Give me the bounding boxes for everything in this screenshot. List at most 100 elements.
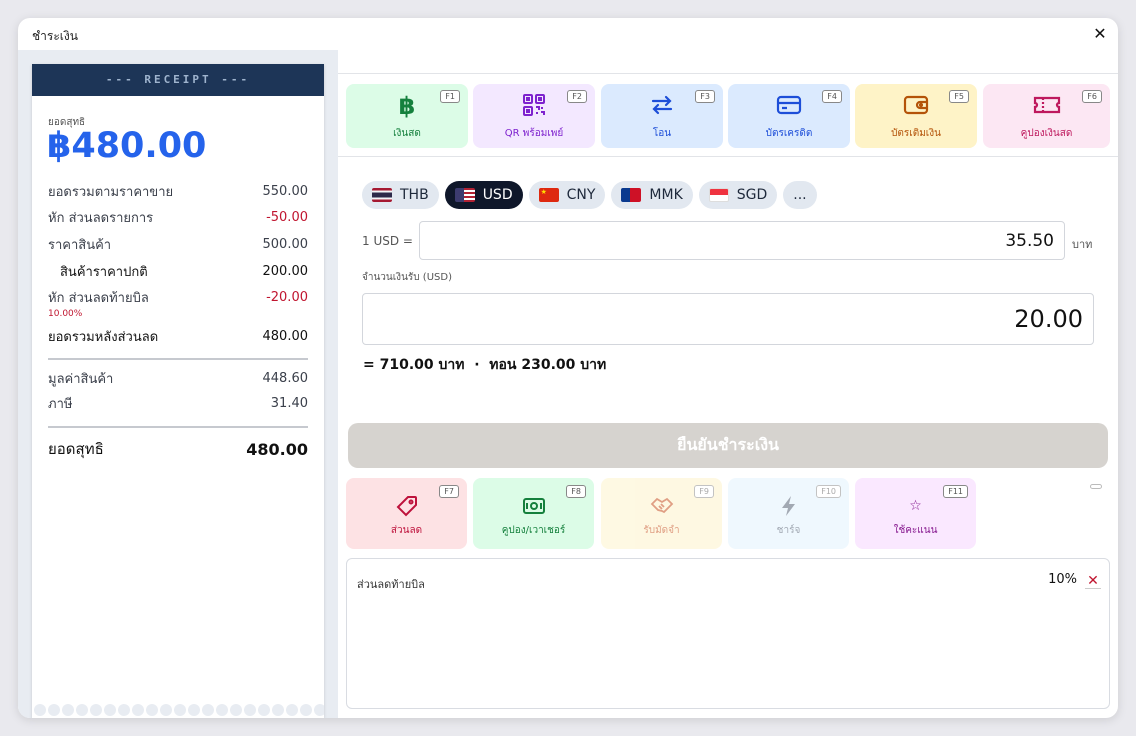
row-value: -50.00 xyxy=(266,209,308,225)
currency-code: CNY xyxy=(566,187,596,203)
charge-button[interactable]: F10 ชาร์จ xyxy=(728,478,849,549)
scallop-dot xyxy=(132,704,144,716)
divider xyxy=(48,426,308,428)
row-label: ยอดรวมหลังส่วนลด xyxy=(48,329,159,345)
coupon-voucher-button[interactable]: F8 คูปอง/เวาเชอร์ xyxy=(473,478,594,549)
action-label: คูปอง/เวาเชอร์ xyxy=(501,525,566,536)
row-label: ภาษี xyxy=(48,396,73,412)
scallop-dot xyxy=(258,704,270,716)
discount-button[interactable]: F7 ส่วนลด xyxy=(346,478,467,549)
scallop-dot xyxy=(202,704,214,716)
payment-method-label: บัตรเครดิต xyxy=(765,128,813,139)
received-amount-input[interactable] xyxy=(362,293,1094,345)
scallop-dot xyxy=(90,704,102,716)
bill-discount-row: หัก ส่วนลดท้ายบิล -20.00 xyxy=(48,287,308,307)
divider xyxy=(338,73,1118,74)
item-discount-row: หัก ส่วนลดรายการ -50.00 xyxy=(48,207,308,227)
receipt-header: --- RECEIPT --- xyxy=(32,64,324,96)
net-total-amount: ฿480.00 xyxy=(47,126,207,166)
subtotal-row: ยอดรวมตามราคาขาย 550.00 xyxy=(48,181,308,201)
payment-method-qr[interactable]: F2 QR พร้อมเพย์ xyxy=(473,84,595,148)
currency-code: MMK xyxy=(649,187,683,203)
us-flag-icon xyxy=(454,188,475,202)
currency-selector: THB USD ★ CNY MMK SGD ... xyxy=(362,181,817,209)
scallop-dot xyxy=(160,704,172,716)
payment-method-cash[interactable]: F1 ฿ เงินสด xyxy=(346,84,468,148)
confirm-payment-button[interactable]: ยืนยันชำระเงิน xyxy=(348,423,1108,468)
payment-method-cash-coupon[interactable]: F6 คูปองเงินสด xyxy=(983,84,1110,148)
action-label: ชาร์จ xyxy=(776,525,801,536)
row-label: ราคาสินค้า xyxy=(48,237,112,253)
divider xyxy=(338,156,1118,157)
payment-method-transfer[interactable]: F3 โอน xyxy=(601,84,723,148)
voucher-icon xyxy=(473,494,594,518)
action-label: ใช้คะแนน xyxy=(893,525,938,536)
currency-code: SGD xyxy=(736,187,768,203)
exchange-rate-unit: บาท xyxy=(1072,238,1093,251)
row-label: มูลค่าสินค้า xyxy=(48,371,114,387)
scallop-dot xyxy=(230,704,242,716)
scallop-dot xyxy=(272,704,284,716)
collapse-toggle[interactable] xyxy=(1090,484,1102,489)
currency-mmk[interactable]: MMK xyxy=(611,181,693,209)
payment-method-credit-card[interactable]: F4 บัตรเครดิต xyxy=(728,84,850,148)
receipt-scallop-edge xyxy=(32,704,324,718)
grand-total-row: ยอดสุทธิ 480.00 xyxy=(48,439,308,459)
remove-discount-icon[interactable]: ✕ xyxy=(1085,573,1101,589)
payment-method-stored-value[interactable]: F5 บัตรเติมเงิน xyxy=(855,84,977,148)
scallop-dot xyxy=(76,704,88,716)
deposit-button[interactable]: F9 รับมัดจำ xyxy=(601,478,722,549)
scallop-dot xyxy=(216,704,228,716)
row-label: หัก ส่วนลดท้ายบิล xyxy=(48,290,149,306)
row-value: 448.60 xyxy=(262,370,309,386)
currency-thb[interactable]: THB xyxy=(362,181,439,209)
tax-row: ภาษี 31.40 xyxy=(48,393,308,413)
baht-icon: ฿ xyxy=(346,92,468,118)
payment-method-label: QR พร้อมเพย์ xyxy=(504,128,564,139)
row-label: หัก ส่วนลดรายการ xyxy=(48,210,154,226)
row-label: ยอดรวมตามราคาขาย xyxy=(48,184,174,200)
row-value: 500.00 xyxy=(262,236,309,252)
payment-method-label: โอน xyxy=(652,128,672,139)
currency-usd[interactable]: USD xyxy=(444,181,523,209)
svg-text:฿: ฿ xyxy=(399,92,416,118)
myanmar-flag-icon xyxy=(621,188,642,202)
scallop-dot xyxy=(244,704,256,716)
tag-icon xyxy=(346,494,467,518)
credit-card-icon xyxy=(728,92,850,118)
scallop-dot xyxy=(286,704,298,716)
lightning-icon xyxy=(728,494,849,518)
scallop-dot xyxy=(314,704,324,716)
currency-sgd[interactable]: SGD xyxy=(698,181,778,209)
scallop-dot xyxy=(34,704,46,716)
action-label: ส่วนลด xyxy=(390,525,423,536)
receipt: --- RECEIPT --- ยอดสุทธิ ฿480.00 ยอดรวมต… xyxy=(32,64,324,718)
scallop-dot xyxy=(188,704,200,716)
more-currencies-button[interactable]: ... xyxy=(783,181,817,209)
bill-discount-value: 10% xyxy=(1048,572,1077,587)
goods-value-row: มูลค่าสินค้า 448.60 xyxy=(48,368,308,388)
close-icon[interactable]: ✕ xyxy=(1090,24,1110,44)
currency-code: USD xyxy=(482,187,513,203)
row-value: 550.00 xyxy=(262,183,309,199)
exchange-rate-input[interactable] xyxy=(419,221,1065,260)
bill-discount-percent: 10.00% xyxy=(48,309,83,319)
bill-discount-panel: ส่วนลดท้ายบิล 10% ✕ xyxy=(346,558,1110,709)
row-value: 200.00 xyxy=(262,263,309,279)
scallop-dot xyxy=(174,704,186,716)
bill-discount-label: ส่วนลดท้ายบิล xyxy=(357,578,425,591)
row-value: -20.00 xyxy=(266,289,308,305)
star-icon: ☆ xyxy=(909,498,922,514)
scallop-dot xyxy=(146,704,158,716)
scallop-dot xyxy=(300,704,312,716)
exchange-rate-label: 1 USD = xyxy=(362,234,413,248)
thailand-flag-icon xyxy=(372,188,392,202)
currency-cny[interactable]: ★ CNY xyxy=(528,181,606,209)
row-label: ยอดสุทธิ xyxy=(48,440,104,458)
row-value: 480.00 xyxy=(246,439,308,459)
use-points-button[interactable]: F11 ☆ ใช้คะแนน xyxy=(855,478,976,549)
divider xyxy=(48,358,308,360)
row-value: 31.40 xyxy=(270,395,308,411)
ticket-icon xyxy=(983,92,1110,118)
china-flag-icon: ★ xyxy=(538,188,559,202)
